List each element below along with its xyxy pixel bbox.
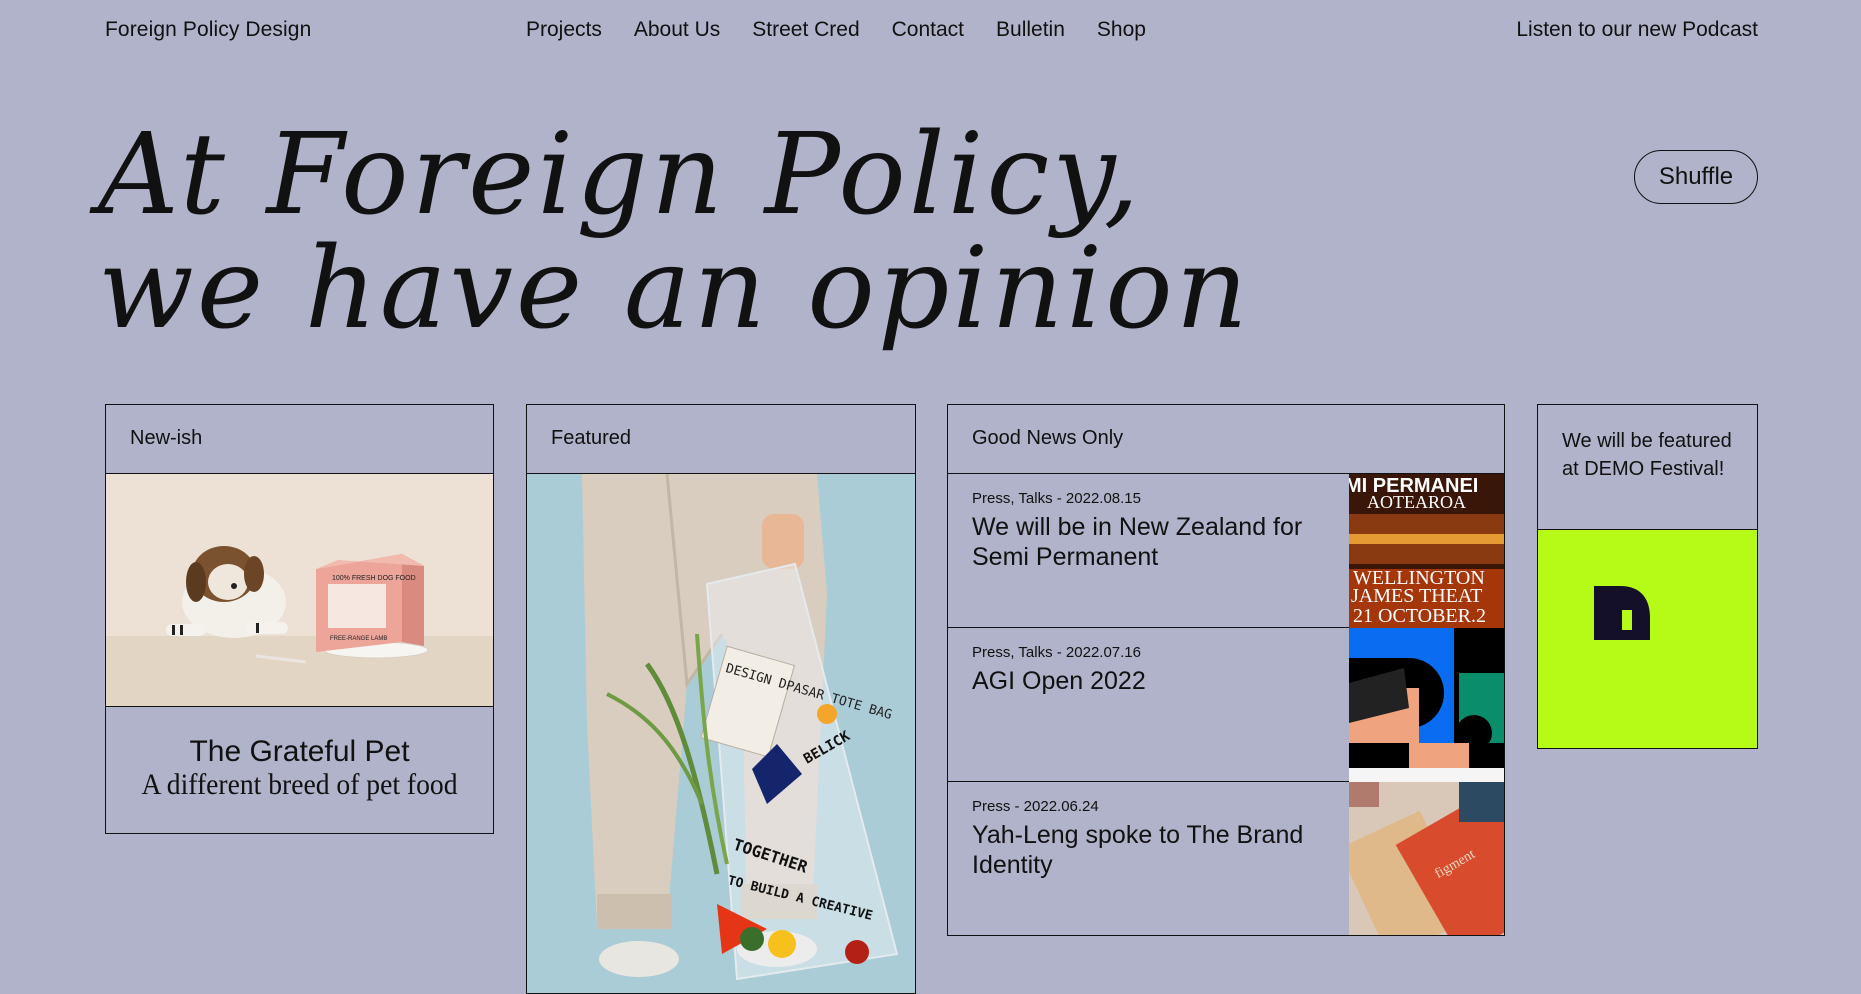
news-meta: Press - 2022.06.24 bbox=[972, 798, 1099, 815]
dog-and-food-box-illustration: 100% FRESH DOG FOOD FREE-RANGE LAMB bbox=[106, 546, 493, 706]
hero-line-2: we have an opinion bbox=[98, 224, 1251, 354]
agi-open-thumbnail[interactable] bbox=[1349, 628, 1504, 782]
semi-permanent-thumbnail[interactable]: MI PERMANEI AOTEAROA WELLINGTON JAMES TH… bbox=[1349, 474, 1504, 628]
figment-thumbnail[interactable]: figment bbox=[1349, 782, 1504, 935]
news-title: We will be in New Zealand for Semi Perma… bbox=[972, 513, 1303, 571]
hero-headline: At Foreign Policy, we have an opinion bbox=[98, 118, 1251, 346]
news-item-new-zealand[interactable]: Press, Talks - 2022.08.15 We will be in … bbox=[948, 474, 1504, 628]
tote-bag-image[interactable]: DESIGN DPASAR TOTE BAG TOGETHER BELICK T… bbox=[527, 474, 915, 993]
demo-festival-image bbox=[1538, 530, 1757, 748]
featured-card[interactable]: Featured DESIGN DPASAR TOTE BAG TOGETHER… bbox=[526, 404, 916, 994]
demo-logo-icon bbox=[1594, 586, 1650, 640]
nav-bulletin[interactable]: Bulletin bbox=[996, 18, 1065, 42]
hero-line-1: At Foreign Policy, bbox=[98, 110, 1143, 240]
news-heading: Good News Only bbox=[948, 405, 1504, 474]
newish-caption: The Grateful Pet A different breed of pe… bbox=[106, 707, 493, 801]
demo-festival-card[interactable]: We will be featured at DEMO Festival! bbox=[1537, 404, 1758, 749]
demo-text: We will be featured at DEMO Festival! bbox=[1538, 405, 1757, 530]
nav-shop[interactable]: Shop bbox=[1097, 18, 1146, 42]
nav-about-us[interactable]: About Us bbox=[634, 18, 720, 42]
newish-card[interactable]: New-ish 100% FRESH DOG FOOD FREE-RANGE L… bbox=[105, 404, 494, 834]
news-meta: Press, Talks - 2022.08.15 bbox=[972, 490, 1141, 507]
news-item-brand-identity[interactable]: Press - 2022.06.24 Yah-Leng spoke to The… bbox=[948, 782, 1504, 935]
grateful-pet-image[interactable]: 100% FRESH DOG FOOD FREE-RANGE LAMB bbox=[106, 474, 493, 707]
nav-projects[interactable]: Projects bbox=[526, 18, 602, 42]
brand-logo[interactable]: Foreign Policy Design bbox=[105, 18, 311, 42]
shuffle-button[interactable]: Shuffle bbox=[1634, 150, 1758, 204]
thumb-line: AOTEAROA bbox=[1367, 492, 1466, 512]
main-nav: Projects About Us Street Cred Contact Bu… bbox=[526, 18, 1178, 42]
podcast-link[interactable]: Listen to our new Podcast bbox=[1516, 18, 1758, 42]
person-with-tote-illustration: DESIGN DPASAR TOTE BAG TOGETHER BELICK T… bbox=[582, 474, 899, 981]
thumb-line: JAMES THEAT bbox=[1351, 585, 1482, 607]
news-meta: Press, Talks - 2022.07.16 bbox=[972, 644, 1141, 661]
news-item-agi-open[interactable]: Press, Talks - 2022.07.16 AGI Open 2022 bbox=[948, 628, 1504, 782]
thumb-line: 21 OCTOBER.2 bbox=[1353, 605, 1486, 627]
box-label-top: 100% FRESH DOG FOOD bbox=[332, 575, 416, 582]
news-card: Good News Only Press, Talks - 2022.08.15… bbox=[947, 404, 1505, 936]
nav-street-cred[interactable]: Street Cred bbox=[752, 18, 859, 42]
nav-contact[interactable]: Contact bbox=[892, 18, 964, 42]
newish-subtitle: A different breed of pet food bbox=[141, 768, 458, 801]
newish-title: The Grateful Pet bbox=[189, 735, 410, 768]
box-label-bottom: FREE-RANGE LAMB bbox=[330, 636, 387, 642]
newish-heading: New-ish bbox=[106, 405, 493, 474]
news-title: AGI Open 2022 bbox=[972, 667, 1146, 695]
news-title: Yah-Leng spoke to The Brand Identity bbox=[972, 821, 1304, 879]
featured-heading: Featured bbox=[527, 405, 915, 474]
